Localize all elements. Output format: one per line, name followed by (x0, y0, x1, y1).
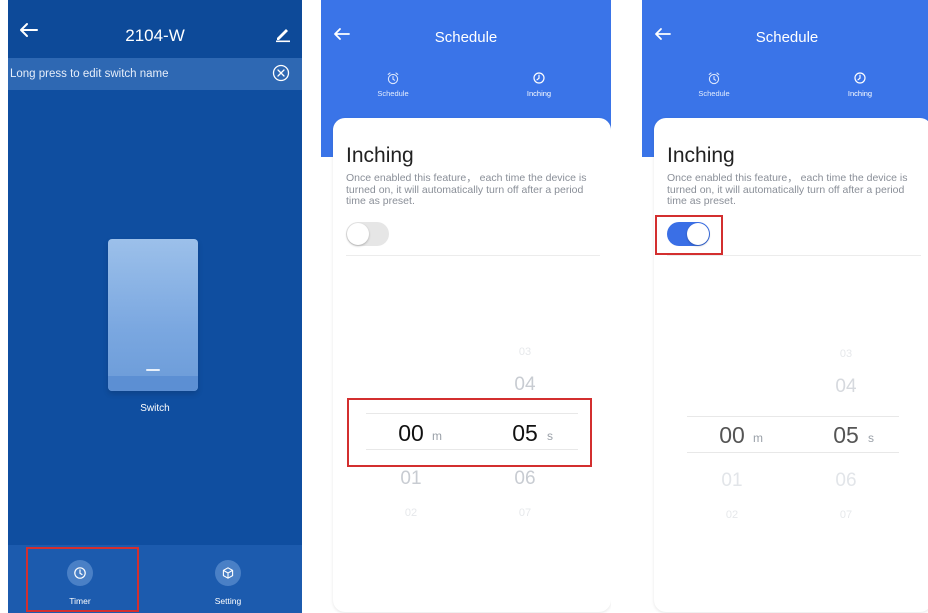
second-far-below: 07 (839, 509, 853, 521)
switch-base (108, 376, 198, 391)
inching-card: Inching Once enabled this feature， each … (654, 118, 928, 612)
second-far-above: 03 (518, 346, 532, 358)
tab-schedule-label: Schedule (377, 89, 409, 98)
tab-inching-label: Inching (847, 89, 873, 98)
clock-icon (533, 72, 545, 84)
setting-button[interactable]: Setting (176, 545, 286, 613)
picker-line-top (687, 416, 899, 417)
minute-selected[interactable]: 00 (712, 422, 752, 449)
second-unit: s (868, 431, 874, 445)
switch-label: Switch (140, 403, 170, 414)
top-bar: 2104-W (8, 0, 302, 58)
highlight-toggle-box (655, 215, 723, 255)
picker-line-bottom (687, 452, 899, 453)
device-title: 2104-W (125, 26, 185, 45)
minute-far-below: 02 (404, 507, 418, 519)
second-above: 04 (514, 374, 536, 395)
toggle-knob (347, 223, 369, 245)
schedule-title: Schedule (434, 29, 498, 46)
tab-inching-label: Inching (526, 89, 552, 98)
setting-label: Setting (214, 596, 242, 606)
inching-card: Inching Once enabled this feature， each … (333, 118, 611, 612)
schedule-screen-off: Schedule Schedule Inching Inching Once e… (321, 0, 611, 613)
schedule-title: Schedule (755, 29, 819, 46)
inching-description: Once enabled this feature， each time the… (346, 172, 587, 207)
minute-far-below: 02 (725, 509, 739, 521)
device-screen: 2104-W Long press to edit switch name Sw… (8, 0, 302, 613)
divider (667, 255, 921, 256)
second-below: 06 (514, 468, 536, 489)
rename-hint-bar: Long press to edit switch name (8, 58, 302, 90)
alarm-clock-icon (387, 72, 399, 85)
inching-heading: Inching (346, 144, 414, 167)
highlight-timer-box (26, 547, 139, 612)
highlight-picker-box (347, 398, 592, 467)
switch-indicator (146, 369, 160, 371)
tab-schedule[interactable]: Schedule (674, 71, 754, 111)
rename-hint-text: Long press to edit switch name (10, 68, 169, 80)
tab-schedule[interactable]: Schedule (353, 71, 433, 111)
divider (346, 255, 600, 256)
cube-icon (222, 567, 234, 579)
minute-below: 01 (721, 470, 743, 491)
second-below: 06 (835, 470, 857, 491)
clock-icon (854, 72, 866, 84)
inching-toggle[interactable] (346, 222, 389, 246)
edit-pencil-icon[interactable] (274, 25, 292, 43)
second-above: 04 (835, 376, 857, 397)
tab-schedule-label: Schedule (698, 89, 730, 98)
minute-unit: m (753, 431, 763, 445)
minute-below: 01 (400, 468, 422, 489)
tab-inching[interactable]: Inching (499, 71, 579, 111)
second-selected[interactable]: 05 (826, 422, 866, 449)
second-far-below: 07 (518, 507, 532, 519)
schedule-screen-on: Schedule Schedule Inching Inching Once e… (642, 0, 928, 613)
second-far-above: 03 (839, 348, 853, 360)
alarm-clock-icon (708, 72, 720, 85)
inching-description: Once enabled this feature， each time the… (667, 172, 908, 207)
inching-heading: Inching (667, 144, 735, 167)
close-circle-icon[interactable] (272, 64, 290, 82)
tab-inching[interactable]: Inching (820, 71, 900, 111)
